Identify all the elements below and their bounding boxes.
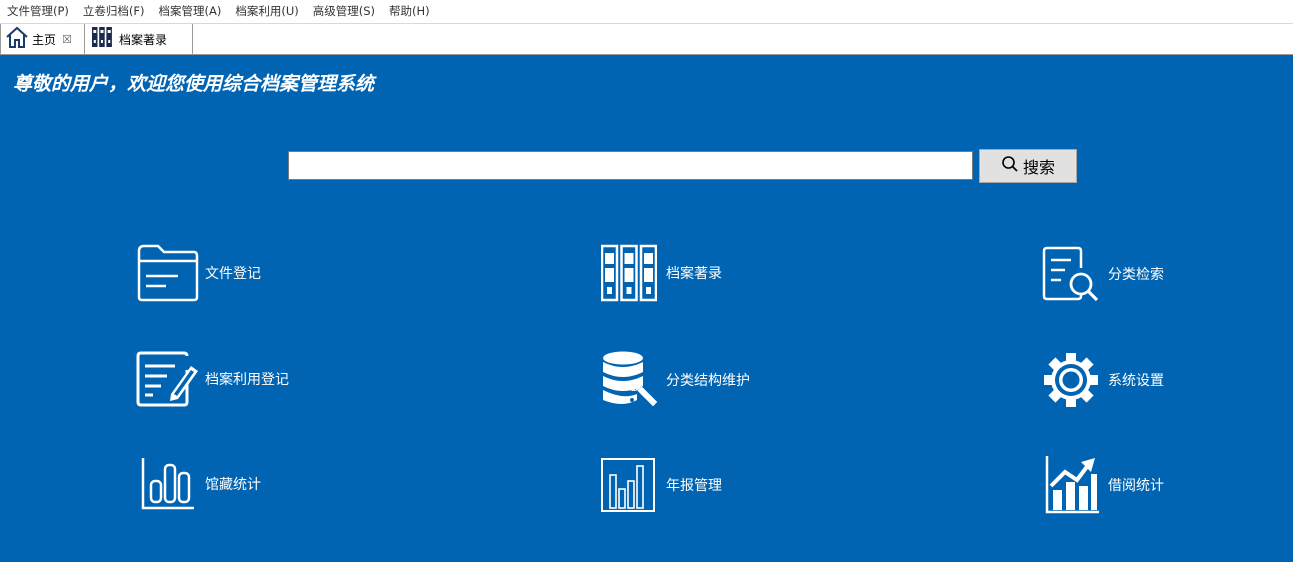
search-button[interactable]: 搜索: [979, 149, 1077, 183]
database-wrench-icon: [601, 350, 659, 410]
feature-file-register-label: 文件登记: [205, 266, 261, 282]
tab-home-label: 主页: [32, 32, 57, 47]
feature-classified-search-label: 分类检索: [1108, 267, 1164, 283]
search-input[interactable]: [288, 151, 973, 180]
menu-advanced[interactable]: 高级管理(S): [306, 0, 382, 23]
feature-archive-catalog-label: 档案著录: [666, 266, 722, 282]
tab-bar: 主页 ☒ 档案著录: [0, 24, 1293, 55]
folder-icon: [136, 243, 200, 303]
binders-icon: [91, 26, 113, 52]
menu-archive-filing[interactable]: 立卷归档(F): [76, 0, 152, 23]
feature-archive-catalog[interactable]: 档案著录: [601, 244, 722, 302]
bar-chart-icon: [140, 456, 196, 512]
feature-file-register[interactable]: 文件登记: [136, 243, 261, 303]
feature-system-settings-label: 系统设置: [1108, 373, 1164, 389]
home-panel: 尊敬的用户，欢迎您使用综合档案管理系统 搜索 文件登记 档案著录 分类检索 档案…: [0, 55, 1293, 562]
edit-document-icon: [135, 348, 201, 410]
tab-home[interactable]: 主页 ☒: [0, 24, 85, 54]
tab-close-icon[interactable]: ☒: [62, 33, 72, 46]
feature-annual-report-label: 年报管理: [666, 478, 722, 494]
feature-collection-statistics-label: 馆藏统计: [205, 477, 261, 493]
feature-classification-maintenance[interactable]: 分类结构维护: [601, 350, 750, 410]
menu-bar: 文件管理(P) 立卷归档(F) 档案管理(A) 档案利用(U) 高级管理(S) …: [0, 0, 1293, 24]
feature-borrow-statistics[interactable]: 借阅统计: [1045, 456, 1164, 514]
gear-icon: [1043, 350, 1099, 410]
home-icon: [5, 25, 29, 53]
framed-chart-icon: [600, 457, 656, 513]
binders-icon: [601, 244, 657, 302]
feature-borrow-statistics-label: 借阅统计: [1108, 478, 1164, 494]
feature-archive-use-register-label: 档案利用登记: [205, 372, 289, 388]
feature-collection-statistics[interactable]: 馆藏统计: [140, 456, 261, 512]
tab-catalog[interactable]: 档案著录: [85, 24, 193, 54]
feature-annual-report[interactable]: 年报管理: [600, 457, 722, 513]
trend-chart-icon: [1045, 456, 1101, 514]
menu-help[interactable]: 帮助(H): [382, 0, 437, 23]
feature-classification-maintenance-label: 分类结构维护: [666, 373, 750, 389]
tab-catalog-label: 档案著录: [119, 32, 168, 47]
welcome-message: 尊敬的用户，欢迎您使用综合档案管理系统: [13, 73, 375, 95]
feature-system-settings[interactable]: 系统设置: [1043, 350, 1164, 410]
feature-archive-use-register[interactable]: 档案利用登记: [135, 348, 289, 410]
search-icon: [1001, 155, 1019, 177]
search-button-label: 搜索: [1022, 158, 1055, 177]
feature-classified-search[interactable]: 分类检索: [1041, 244, 1164, 304]
document-search-icon: [1041, 244, 1101, 304]
menu-archive-use[interactable]: 档案利用(U): [228, 0, 305, 23]
menu-archive-management[interactable]: 档案管理(A): [152, 0, 229, 23]
menu-file[interactable]: 文件管理(P): [0, 0, 76, 23]
